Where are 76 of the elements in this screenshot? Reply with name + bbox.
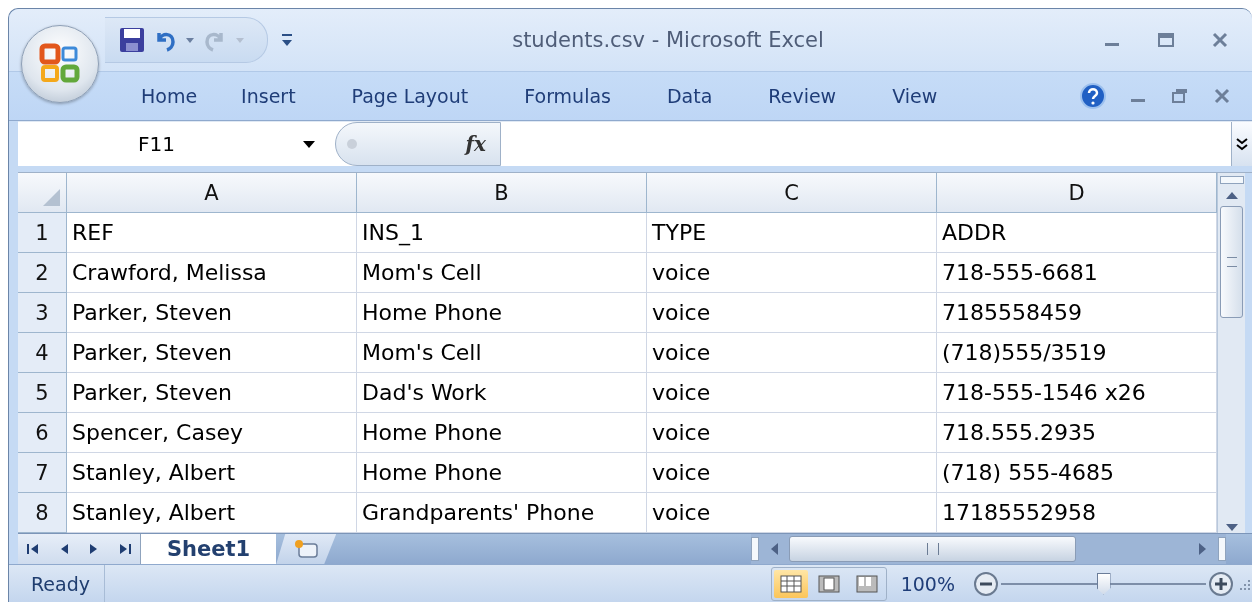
customize-toolbar-icon[interactable] [280,32,294,48]
horizontal-scrollbar[interactable] [751,534,1226,564]
slider-thumb[interactable] [1096,572,1111,595]
insert-function-button[interactable]: fx [465,132,486,156]
ribbon-tab[interactable]: Insert [221,85,316,107]
table-cell: Home Phone [357,293,647,333]
table-cell: voice [647,413,937,453]
help-icon[interactable] [1080,83,1106,109]
expand-formula-button[interactable] [1231,122,1252,166]
row-header[interactable]: 8 [18,493,67,533]
scroll-right-icon[interactable] [1198,542,1208,556]
column-header[interactable]: B [357,173,647,213]
table-cell: voice [647,253,937,293]
table-cell: Home Phone [357,413,647,453]
table-cell: Mom's Cell [357,333,647,373]
ribbon-tab[interactable]: Page Layout [331,85,489,107]
scrollbar-thumb[interactable] [789,536,1076,562]
first-sheet-icon[interactable] [26,542,41,556]
ribbon-tab[interactable]: Review [748,85,857,107]
table-cell: Dad's Work [357,373,647,413]
table-cell: voice [647,293,937,333]
zoom-out-icon[interactable] [973,570,999,597]
last-sheet-icon[interactable] [117,542,132,556]
vertical-scrollbar[interactable] [1217,173,1245,533]
table-cell: voice [647,333,937,373]
sheet-tab[interactable]: Sheet1 [141,534,277,564]
row-header[interactable]: 4 [18,333,67,373]
zoom-level[interactable]: 100% [900,572,955,595]
office-logo-icon [38,42,82,86]
table-cell: Spencer, Casey [67,413,357,453]
scroll-up-icon[interactable] [1224,190,1239,200]
maximize-icon[interactable] [1156,30,1176,50]
split-handle[interactable] [1219,176,1244,184]
close-icon[interactable] [1212,86,1232,106]
ribbon-tab[interactable]: Formulas [504,85,631,107]
split-handle[interactable] [1218,537,1226,561]
column-header[interactable]: C [647,173,937,213]
insert-sheet-tab[interactable] [276,534,337,564]
table-cell: Mom's Cell [357,253,647,293]
table-cell: Parker, Steven [67,293,357,333]
table-cell: Home Phone [357,453,647,493]
scroll-left-icon[interactable] [769,542,779,556]
row-header[interactable]: 1 [18,213,67,253]
zoom-slider[interactable] [1001,570,1206,597]
table-cell: TYPE [647,213,937,253]
status-text: Ready [9,565,105,602]
column-header[interactable]: A [67,173,357,213]
row-header[interactable]: 2 [18,253,67,293]
table-cell: INS_1 [357,213,647,253]
ribbon-tab[interactable]: View [872,85,958,107]
ribbon-tab[interactable]: Home [121,85,218,107]
double-chevron-icon [1235,136,1249,152]
scrollbar-thumb[interactable] [1220,206,1243,318]
window-title: students.csv - Microsoft Excel [511,28,825,52]
row-header[interactable]: 5 [18,373,67,413]
table-cell: Parker, Steven [67,373,357,413]
select-all-button[interactable] [18,173,67,213]
table-cell: voice [647,373,937,413]
dropdown-caret-icon [302,139,316,149]
row-header[interactable]: 7 [18,453,67,493]
zoom-in-icon[interactable] [1208,570,1234,597]
column-header[interactable]: D [937,173,1217,213]
row-header[interactable]: 3 [18,293,67,333]
table-cell: voice [647,453,937,493]
table-cell: Parker, Steven [67,333,357,373]
save-icon[interactable] [119,27,145,53]
restore-icon[interactable] [1170,86,1190,106]
table-cell: Stanley, Albert [67,453,357,493]
close-icon[interactable] [1210,30,1230,50]
normal-view-button[interactable] [773,569,808,598]
table-cell: Crawford, Melissa [67,253,357,293]
row-header[interactable]: 6 [18,413,67,453]
table-cell: REF [67,213,357,253]
split-handle[interactable] [751,537,759,561]
dropdown-caret-icon[interactable] [185,36,195,44]
ribbon-tab[interactable]: Data [647,85,733,107]
